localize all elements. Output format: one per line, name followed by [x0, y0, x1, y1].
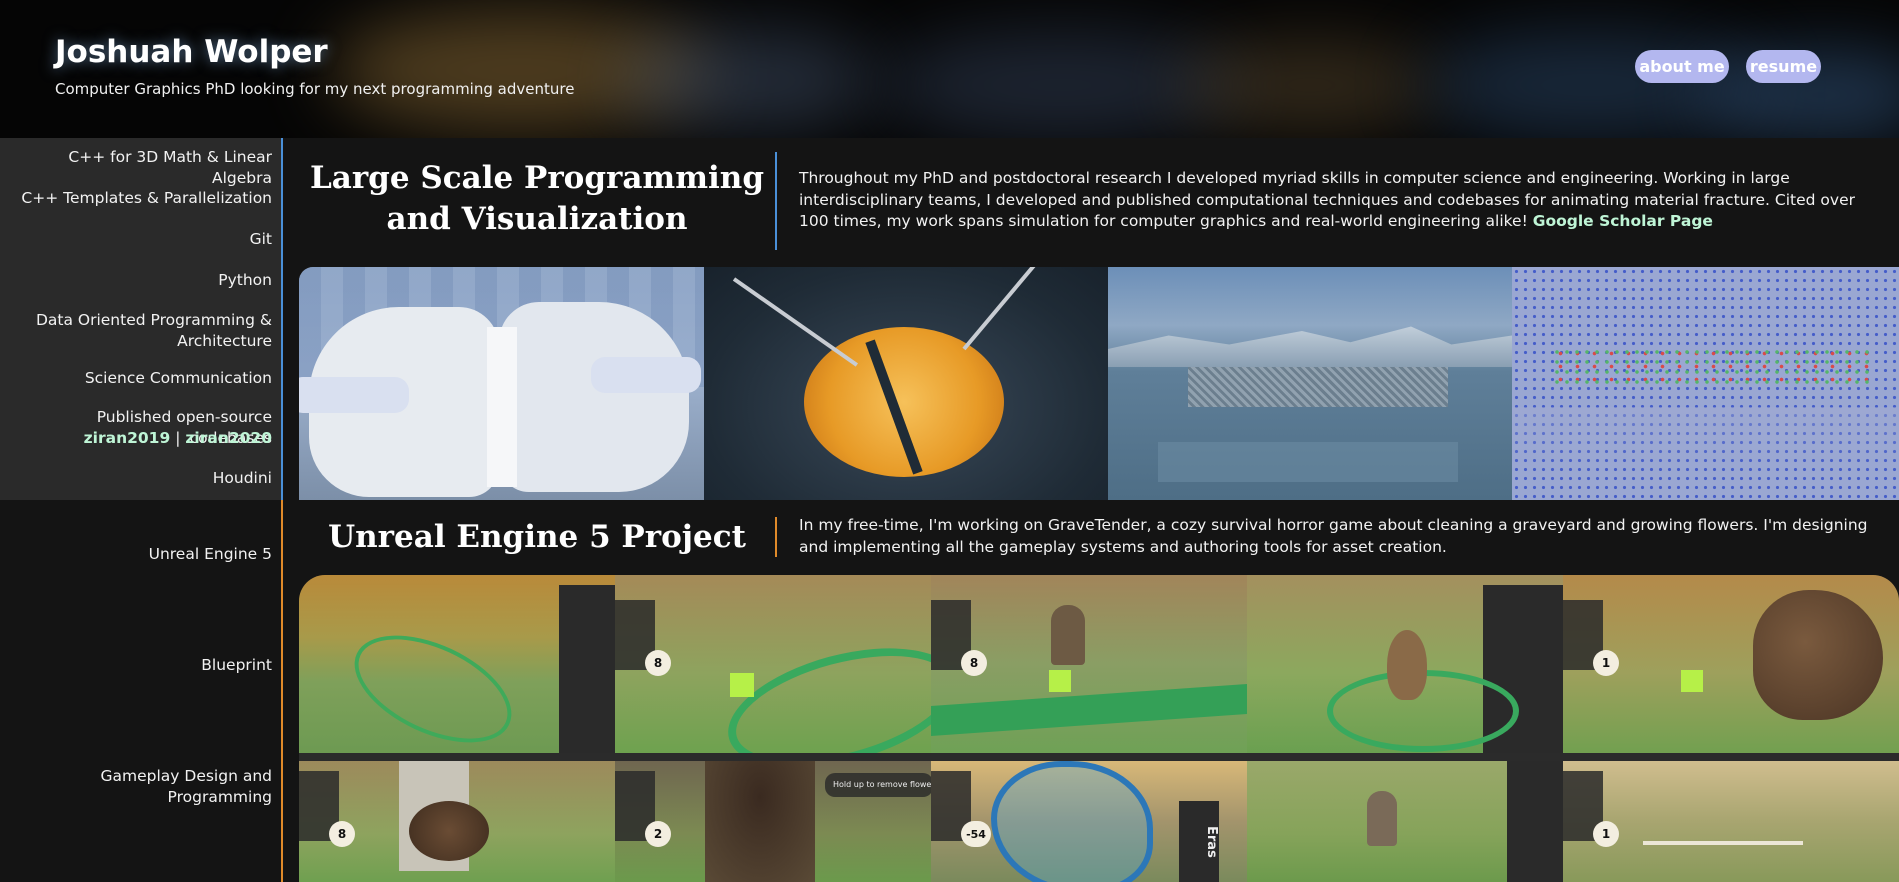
skill-cpp-templates: C++ Templates & Parallelization	[21, 189, 272, 207]
site-title: Joshuah Wolper	[55, 34, 328, 70]
section-description-programming: Throughout my PhD and postdoctoral resea…	[799, 168, 1879, 233]
ue-screenshot-7: 2 Hold up to remove flowers	[615, 761, 932, 882]
ue-screenshot-4	[1247, 575, 1564, 753]
sidebar-divider-blue	[281, 138, 283, 500]
skill-python: Python	[218, 271, 272, 289]
bread-fracture-image	[299, 267, 704, 500]
ue-tooltip: Hold up to remove flowers	[825, 773, 931, 797]
ue-screenshot-10: 1	[1563, 761, 1899, 882]
ue-counter: -54	[961, 821, 991, 847]
skill-gameplay: Gameplay Design and Programming	[100, 767, 273, 806]
particle-simulation-image	[1512, 267, 1899, 500]
ue-screenshot-6: 8	[299, 761, 616, 882]
skill-data-oriented: Data Oriented Programming & Architecture	[35, 311, 272, 350]
sidebar-divider-orange	[281, 500, 283, 882]
research-gallery	[299, 267, 1899, 500]
orange-fracture-image	[704, 267, 1108, 500]
skill-houdini: Houdini	[212, 469, 272, 487]
ziran2020-link[interactable]: ziran2020	[185, 429, 272, 447]
ue-screenshot-8: -54 Eras	[931, 761, 1248, 882]
ziran2019-link[interactable]: ziran2019	[84, 429, 171, 447]
section-divider-programming	[775, 152, 777, 250]
section-divider-unreal	[775, 517, 777, 557]
ue-screenshot-3: 8	[931, 575, 1248, 753]
skill-unreal-engine: Unreal Engine 5	[148, 545, 272, 563]
skill-cpp-math: C++ for 3D Math & Linear Algebra	[68, 148, 272, 187]
ue-counter: 1	[1593, 821, 1619, 847]
ue-screenshot-2: 8	[615, 575, 932, 753]
ue-screenshot-5: 1	[1563, 575, 1899, 753]
section-title-programming: Large Scale Programming and Visualizatio…	[309, 160, 765, 237]
resume-button[interactable]: resume	[1746, 50, 1821, 83]
ue-counter: 1	[1593, 650, 1619, 676]
site-header: Joshuah Wolper Computer Graphics PhD loo…	[0, 0, 1899, 138]
codebase-links: ziran2019 | ziran2020	[12, 428, 272, 449]
section-description-unreal: In my free-time, I'm working on GraveTen…	[799, 516, 1868, 556]
ue-sign: Eras	[1179, 801, 1219, 882]
ue-screenshot-9	[1247, 761, 1564, 882]
codebase-separator: |	[175, 429, 181, 447]
section-title-unreal: Unreal Engine 5 Project	[328, 519, 746, 555]
about-me-button[interactable]: about me	[1635, 50, 1729, 83]
ice-fracture-image	[1108, 267, 1512, 500]
unreal-gallery: 8 8 1 8 2 Hold up to remove flowers -54	[299, 575, 1899, 882]
ue-counter: 8	[645, 650, 671, 676]
ue-counter: 8	[329, 821, 355, 847]
skill-git: Git	[249, 230, 272, 248]
ue-counter: 2	[645, 821, 671, 847]
ue-counter: 8	[961, 650, 987, 676]
ue-screenshot-1	[299, 575, 616, 753]
skill-blueprint: Blueprint	[201, 656, 272, 674]
skill-science-communication: Science Communication	[84, 369, 272, 387]
site-tagline: Computer Graphics PhD looking for my nex…	[55, 80, 575, 98]
google-scholar-link[interactable]: Google Scholar Page	[1533, 212, 1713, 230]
